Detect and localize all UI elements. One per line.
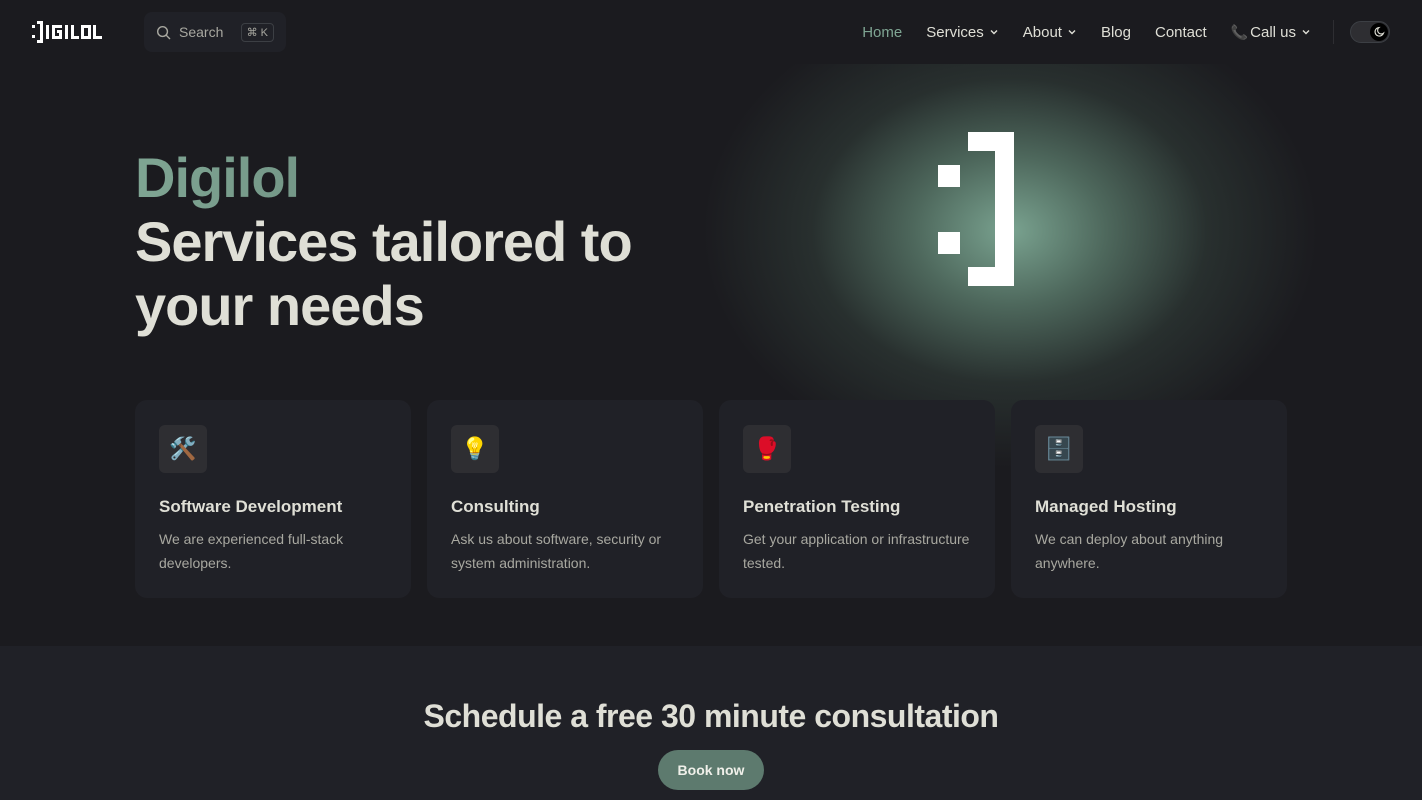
feature-text: We can deploy about anything anywhere. [1035,531,1224,571]
feature-card-penetration-testing: 🥊 Penetration Testing Get your applicati… [719,400,995,598]
file-cabinet-icon: 🗄️ [1035,425,1083,473]
nav-contact-label: Contact [1155,23,1207,41]
feature-card-software-development: 🛠️ Software Development We are experienc… [135,400,411,598]
search-label: Search [179,24,224,40]
nav-call-us-label: Call us [1250,23,1296,41]
nav-about[interactable]: About [1011,24,1089,41]
nav-call-us[interactable]: 📞 Call us [1219,24,1323,41]
nav-about-label: About [1022,23,1062,41]
feature-title: Consulting [451,497,540,516]
chevron-down-icon [1302,30,1310,35]
moon-icon [1374,26,1385,37]
chevron-down-icon [990,30,998,35]
feature-title: Managed Hosting [1035,497,1177,516]
nav-contact[interactable]: Contact [1143,24,1219,41]
book-now-button[interactable]: Book now [657,750,765,790]
feature-card-consulting: 💡 Consulting Ask us about software, secu… [427,400,703,598]
top-navbar: Search ⌘ K Home Services About Blog Cont… [0,0,1422,64]
digilol-logo[interactable] [32,19,106,45]
nav-divider [1333,20,1334,44]
feature-cards: 🛠️ Software Development We are experienc… [135,400,1287,598]
main-menu: Home Services About Blog Contact 📞 Call … [850,0,1422,64]
feature-card-managed-hosting: 🗄️ Managed Hosting We can deploy about a… [1011,400,1287,598]
hero-smiley-logo [938,132,1014,286]
nav-services[interactable]: Services [914,24,1011,41]
search-shortcut-badge: ⌘ K [240,22,274,42]
hammer-wrench-icon: 🛠️ [159,425,207,473]
nav-services-label: Services [926,23,984,41]
hero-tagline: Services tailored to your needs [135,210,633,337]
lightbulb-icon: 💡 [451,425,499,473]
search-button[interactable]: Search ⌘ K [144,12,286,52]
phone-icon: 📞 [1230,23,1249,40]
chevron-down-icon [1068,30,1076,35]
hero-text: Digilol Services tailored to your needs [135,146,655,338]
consultation-cta: Schedule a free 30 minute consultation B… [0,646,1422,800]
hero-name: Digilol [135,146,655,210]
cta-title: Schedule a free 30 minute consultation [423,698,999,734]
boxing-glove-icon: 🥊 [743,425,791,473]
theme-toggle[interactable] [1350,21,1390,43]
search-icon [156,25,171,39]
nav-blog-label: Blog [1100,23,1131,41]
feature-text: Get your application or infrastructure t… [743,531,970,571]
nav-blog[interactable]: Blog [1089,24,1143,41]
feature-text: We are experienced full-stack developers… [159,531,344,571]
nav-home-label: Home [862,23,903,41]
nav-home[interactable]: Home [850,24,914,41]
toggle-knob [1370,23,1388,41]
feature-title: Penetration Testing [743,497,901,516]
feature-text: Ask us about software, security or syste… [451,531,662,571]
feature-title: Software Development [159,497,343,516]
